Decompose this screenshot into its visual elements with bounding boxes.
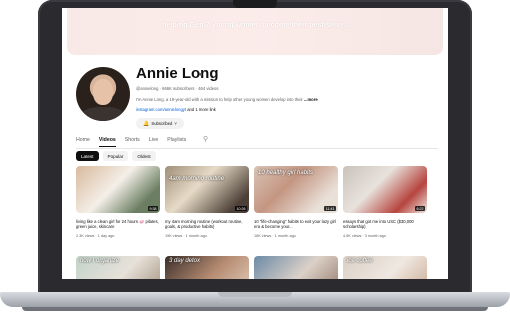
- laptop-lip: [218, 292, 292, 297]
- tab-playlists[interactable]: Playlists: [167, 137, 186, 147]
- more-links-link[interactable]: and 1 more link: [187, 107, 216, 112]
- sort-chips: Latest Popular Oldest: [76, 151, 156, 161]
- more-link[interactable]: ...more: [304, 97, 318, 102]
- video-thumbnail[interactable]: 4am morning routine 10:26: [165, 166, 249, 213]
- tab-live[interactable]: Live: [149, 137, 159, 147]
- laptop-base: [0, 292, 510, 307]
- video-duration: 10:26: [235, 206, 247, 211]
- thumbnail-overlay-text: 10 healthy girl habits: [258, 170, 314, 176]
- channel-banner: helping Gen Z young women become their b…: [67, 8, 443, 55]
- tab-videos[interactable]: Videos: [98, 137, 116, 147]
- video-title[interactable]: 10 "life-changing" habits to exit your l…: [254, 219, 338, 230]
- video-duration: 11:41: [324, 206, 336, 211]
- chip-latest[interactable]: Latest: [76, 151, 99, 161]
- thumbnail-overlay-text: 4am morning routine: [169, 176, 225, 182]
- thumbnail-overlay-text: how I organize: [80, 258, 120, 264]
- video-meta: 16K views · 1 month ago: [254, 234, 296, 238]
- search-icon[interactable]: ⚲: [203, 135, 208, 143]
- avatar-shirt: [82, 107, 124, 121]
- tab-home[interactable]: Home: [76, 137, 90, 147]
- bell-icon: 🔔: [143, 120, 150, 127]
- laptop-foot: [22, 307, 488, 311]
- avatar-face: [93, 79, 113, 105]
- subscribe-label: Subscribed: [151, 121, 173, 126]
- subscribe-button[interactable]: 🔔 Subscribed ˅: [136, 118, 184, 129]
- channel-links: instagram.com/annielongyt and 1 more lin…: [136, 107, 216, 112]
- channel-description[interactable]: I'm Annie Long, a 19-year-old with a mis…: [136, 97, 318, 102]
- chip-popular[interactable]: Popular: [102, 151, 129, 161]
- channel-meta: @annielong · 666K subscribers · 464 vide…: [136, 86, 219, 91]
- tab-shorts[interactable]: Shorts: [125, 137, 140, 147]
- banner-tagline: helping Gen Z young women become their b…: [162, 22, 348, 29]
- video-title[interactable]: living like a clean girl for 24 hours 🧼 …: [76, 219, 160, 230]
- channel-avatar[interactable]: [76, 67, 130, 121]
- video-meta: 4.5K views · 3 month ago: [343, 234, 386, 238]
- video-thumbnail[interactable]: 9:38: [76, 166, 160, 213]
- instagram-link[interactable]: instagram.com/annielongyt: [136, 107, 186, 112]
- channel-tabs: Home Videos Shorts Live Playlists: [76, 137, 186, 147]
- description-text: I'm Annie Long, a 19-year-old with a mis…: [136, 97, 303, 102]
- video-duration: 9:38: [148, 206, 158, 211]
- video-thumbnail[interactable]: how I organize: [76, 256, 160, 279]
- video-meta: 2.3K views · 1 day ago: [76, 234, 115, 238]
- video-duration: 6:22: [415, 206, 425, 211]
- video-thumbnail[interactable]: [254, 256, 338, 279]
- browser-screen: helping Gen Z young women become their b…: [62, 8, 448, 279]
- chevron-down-icon: ˅: [174, 121, 177, 126]
- chip-oldest[interactable]: Oldest: [132, 151, 156, 161]
- video-thumbnail[interactable]: 3 day detox: [165, 256, 249, 279]
- video-title[interactable]: my 4am morning routine (workout routine,…: [165, 219, 249, 230]
- video-meta: 19K views · 1 month ago: [165, 234, 207, 238]
- tabs-divider: [76, 148, 438, 149]
- camera-notch: [233, 0, 277, 8]
- channel-name: Annie Long: [136, 65, 219, 82]
- video-thumbnail[interactable]: 6:22: [343, 166, 427, 213]
- verified-check-icon: ●: [199, 72, 203, 78]
- video-thumbnail[interactable]: ice coffee: [343, 256, 427, 279]
- thumbnail-overlay-text: 3 day detox: [169, 258, 201, 264]
- video-thumbnail[interactable]: 10 healthy girl habits 11:41: [254, 166, 338, 213]
- video-title[interactable]: essays that got me into USC ($30,000 sch…: [343, 219, 427, 230]
- thumbnail-overlay-text: ice coffee: [347, 258, 373, 264]
